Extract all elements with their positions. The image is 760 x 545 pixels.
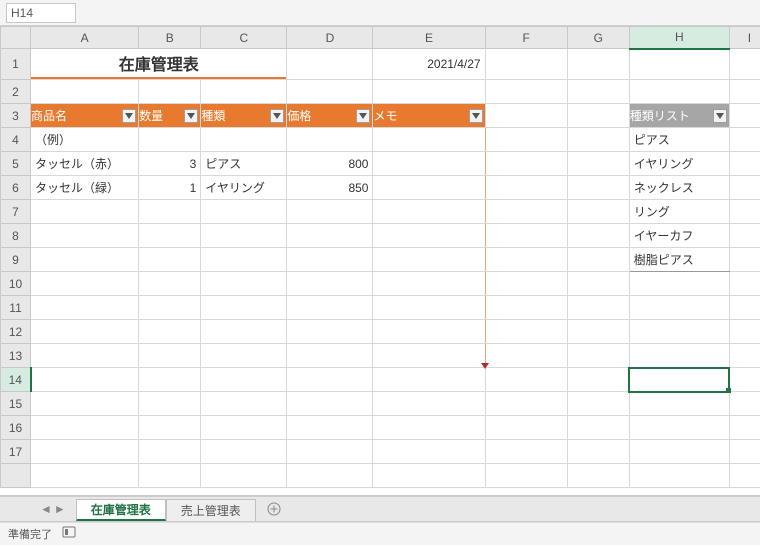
row-header-13[interactable]: 13: [1, 344, 31, 368]
cell-E4[interactable]: [373, 128, 484, 151]
th-qty[interactable]: 数量: [139, 104, 201, 128]
cell-A5[interactable]: タッセル（赤）: [31, 152, 138, 175]
list-item[interactable]: ピアス: [630, 128, 729, 151]
accessibility-icon[interactable]: [62, 526, 76, 541]
cell-B4[interactable]: [139, 128, 200, 151]
filter-button[interactable]: [713, 109, 727, 123]
col-header-D[interactable]: D: [287, 27, 373, 49]
row-header-7[interactable]: 7: [1, 200, 31, 224]
row-header-9[interactable]: 9: [1, 248, 31, 272]
th-type[interactable]: 種類: [201, 104, 287, 128]
sheet-tabs-row: ◄ ► 在庫管理表 売上管理表: [0, 496, 760, 522]
cell-B6[interactable]: 1: [139, 176, 200, 199]
date-cell[interactable]: 2021/4/27: [373, 49, 484, 79]
col-header-F[interactable]: F: [485, 27, 567, 49]
cell-B5[interactable]: 3: [139, 152, 200, 175]
tab-nav-prev-icon[interactable]: ◄: [40, 502, 52, 516]
col-header-A[interactable]: A: [31, 27, 139, 49]
row-header-14[interactable]: 14: [1, 368, 31, 392]
row-header-1[interactable]: 1: [1, 49, 31, 80]
add-sheet-button[interactable]: [262, 497, 286, 521]
sheet-tab-active[interactable]: 在庫管理表: [76, 499, 166, 521]
cell-D6[interactable]: 850: [287, 176, 372, 199]
list-item[interactable]: イヤーカフ: [630, 224, 729, 247]
select-all-corner[interactable]: [1, 27, 31, 49]
row-header-17[interactable]: 17: [1, 440, 31, 464]
th-memo[interactable]: メモ: [373, 104, 485, 128]
cell-C4[interactable]: [201, 128, 286, 151]
name-box[interactable]: H14: [6, 3, 76, 23]
column-headers[interactable]: A B C D E F G H I: [1, 27, 760, 49]
title-cell[interactable]: 在庫管理表: [31, 49, 286, 79]
row-header-12[interactable]: 12: [1, 320, 31, 344]
row-header-2[interactable]: 2: [1, 80, 31, 104]
list-item[interactable]: リング: [630, 200, 729, 223]
row-header-blank[interactable]: [1, 464, 31, 488]
col-header-G[interactable]: G: [567, 27, 629, 49]
status-ready: 準備完了: [8, 526, 52, 542]
row-header-15[interactable]: 15: [1, 392, 31, 416]
spreadsheet-grid[interactable]: A B C D E F G H I 1 在庫管理表 2021/4/27 2 3 …: [0, 26, 760, 496]
row-header-11[interactable]: 11: [1, 296, 31, 320]
th-price[interactable]: 価格: [287, 104, 373, 128]
formula-bar[interactable]: [84, 3, 760, 23]
cell-A4[interactable]: （例）: [31, 128, 138, 151]
col-header-I[interactable]: I: [729, 27, 760, 49]
col-header-H[interactable]: H: [629, 27, 729, 49]
filter-button[interactable]: [184, 109, 198, 123]
list-item[interactable]: イヤリング: [630, 152, 729, 175]
cell-D4[interactable]: [287, 128, 372, 151]
filter-button[interactable]: [270, 109, 284, 123]
col-header-B[interactable]: B: [139, 27, 201, 49]
row-header-8[interactable]: 8: [1, 224, 31, 248]
col-header-E[interactable]: E: [373, 27, 485, 49]
filter-button[interactable]: [122, 109, 136, 123]
th-name[interactable]: 商品名: [31, 104, 139, 128]
row-header-5[interactable]: 5: [1, 152, 31, 176]
sheet-tab-other[interactable]: 売上管理表: [166, 499, 256, 521]
row-header-10[interactable]: 10: [1, 272, 31, 296]
tab-nav[interactable]: ◄ ►: [30, 497, 76, 521]
list-item[interactable]: 樹脂ピアス: [630, 248, 729, 271]
row-header-3[interactable]: 3: [1, 104, 31, 128]
row-header-6[interactable]: 6: [1, 176, 31, 200]
formula-bar-row: H14: [0, 0, 760, 26]
name-box-value: H14: [11, 6, 33, 20]
filter-button[interactable]: [356, 109, 370, 123]
cell-C6[interactable]: イヤリング: [201, 176, 286, 199]
cell-C5[interactable]: ピアス: [201, 152, 286, 175]
tab-nav-next-icon[interactable]: ►: [54, 502, 66, 516]
filter-button[interactable]: [469, 109, 483, 123]
active-cell-H14[interactable]: [629, 368, 729, 392]
list-item[interactable]: ネックレス: [630, 176, 729, 199]
list-header[interactable]: 種類リスト: [629, 104, 729, 128]
table-resize-handle[interactable]: [481, 363, 489, 369]
cell-D5[interactable]: 800: [287, 152, 372, 175]
row-header-4[interactable]: 4: [1, 128, 31, 152]
status-bar: 準備完了: [0, 522, 760, 544]
plus-circle-icon: [267, 502, 281, 516]
col-header-C[interactable]: C: [201, 27, 287, 49]
row-header-16[interactable]: 16: [1, 416, 31, 440]
cell-A6[interactable]: タッセル（緑）: [31, 176, 138, 199]
